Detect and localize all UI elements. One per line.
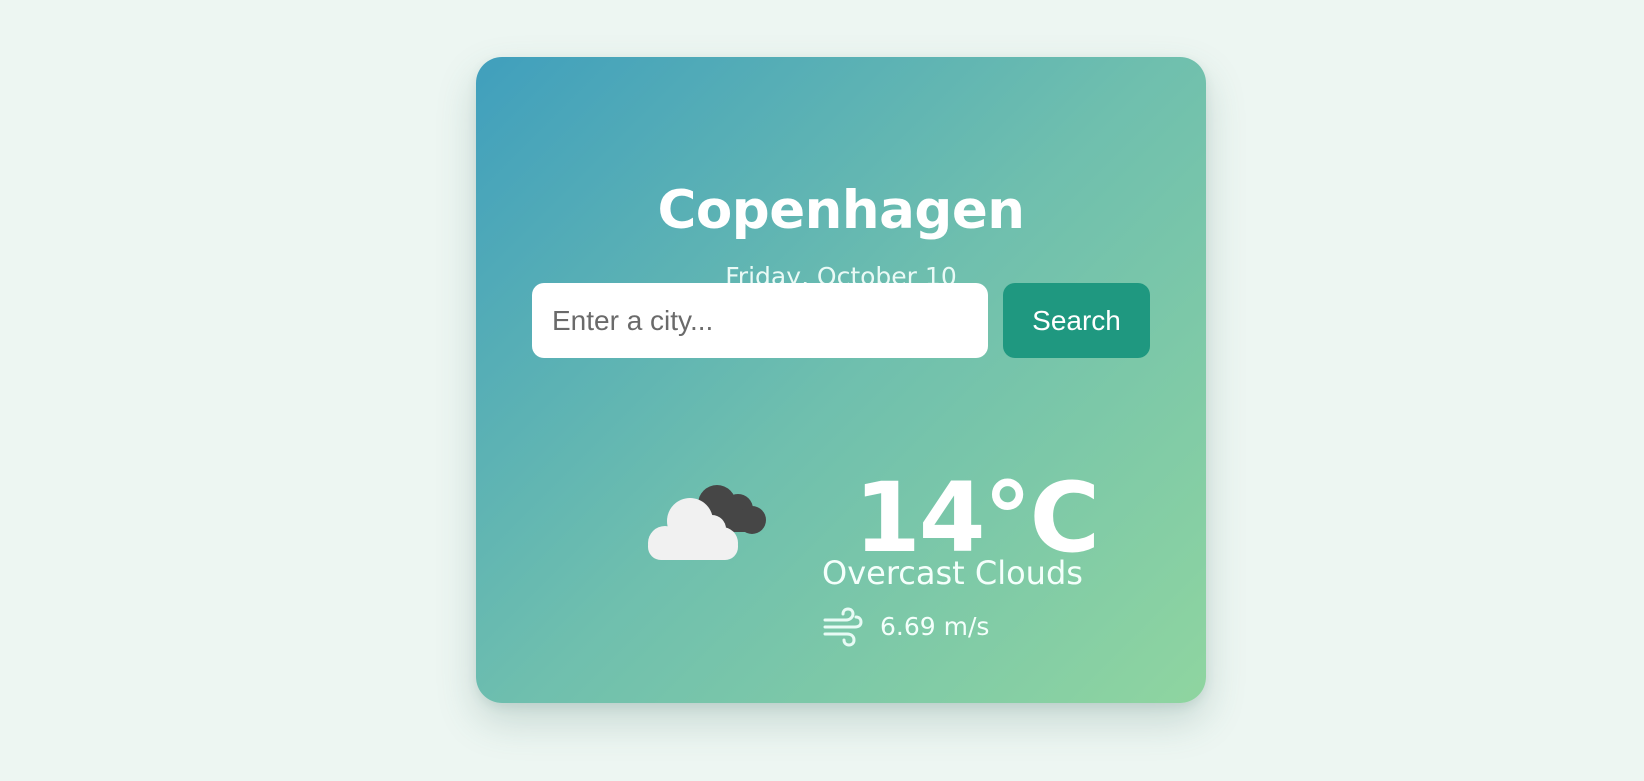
city-search-input[interactable]: [532, 283, 988, 358]
wind-speed: 6.69 m/s: [880, 612, 990, 641]
city-name: Copenhagen: [657, 180, 1025, 241]
weather-card: Copenhagen Friday, October 10 Search 14°…: [476, 57, 1206, 703]
wind-icon: [822, 607, 864, 647]
weather-description: Overcast Clouds: [822, 554, 1083, 592]
search-button[interactable]: Search: [1003, 283, 1150, 358]
overcast-clouds-icon: [642, 475, 772, 561]
wind-info: 6.69 m/s: [822, 607, 989, 647]
